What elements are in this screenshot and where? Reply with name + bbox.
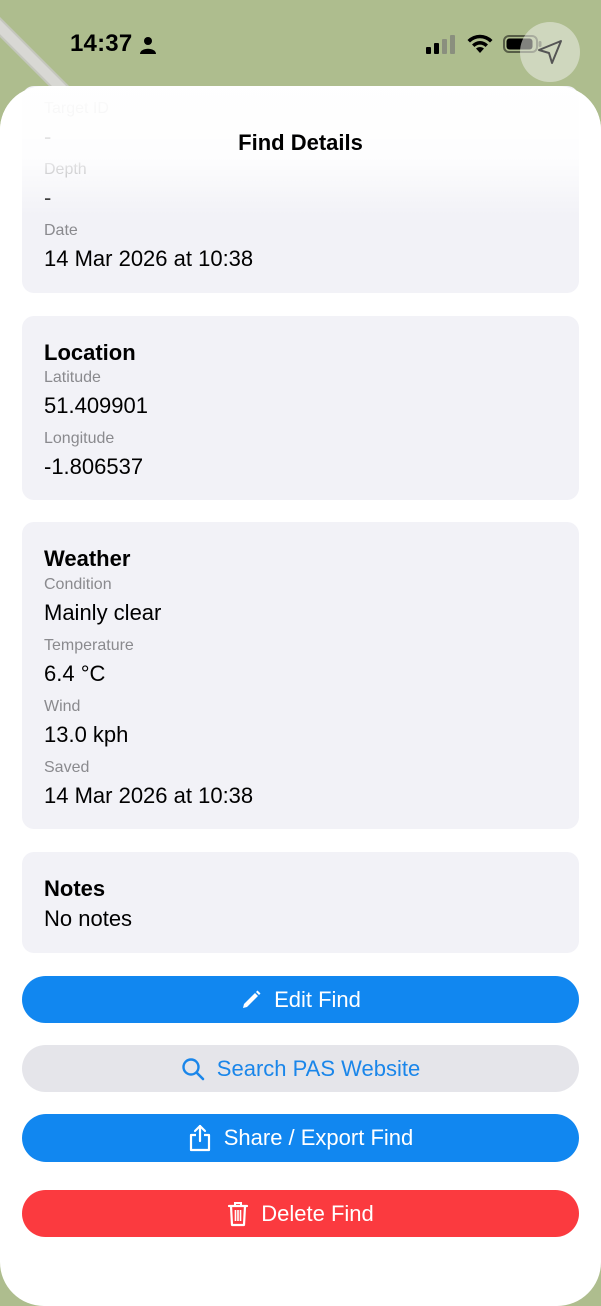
notes-title: Notes xyxy=(44,876,106,901)
weather-title: Weather xyxy=(44,546,131,571)
page-title: Find Details xyxy=(238,130,363,155)
wind-value: 13.0 kph xyxy=(44,722,129,747)
delete-find-label: Delete Find xyxy=(261,1200,374,1226)
location-title: Location xyxy=(44,340,136,365)
date-label: Date xyxy=(44,222,78,239)
temperature-label: Temperature xyxy=(44,637,134,654)
search-pas-label: Search PAS Website xyxy=(216,1055,421,1081)
date-value: 14 Mar 2026 at 10:38 xyxy=(44,246,254,271)
location-arrow-icon xyxy=(538,40,562,64)
temperature-value: 6.4 °C xyxy=(44,661,106,686)
delete-find-button[interactable]: Delete Find xyxy=(22,1190,579,1237)
edit-find-label: Edit Find xyxy=(274,986,361,1012)
cellular-signal-icon xyxy=(426,35,455,54)
weather-card: Weather Condition Mainly clear Temperatu… xyxy=(22,522,579,829)
location-button[interactable] xyxy=(520,22,580,82)
depth-value: - xyxy=(44,185,52,210)
longitude-label: Longitude xyxy=(44,430,115,447)
latitude-value: 51.409901 xyxy=(44,393,148,418)
saved-value: 14 Mar 2026 at 10:38 xyxy=(44,783,254,808)
share-export-label: Share / Export Find xyxy=(223,1125,414,1150)
details-card: Target ID - Depth - Date 14 Mar 2026 at … xyxy=(22,86,579,293)
notes-card: Notes No notes xyxy=(22,852,579,953)
latitude-label: Latitude xyxy=(44,369,101,386)
share-icon xyxy=(189,1124,210,1152)
wifi-icon xyxy=(467,34,493,53)
status-time: 14:37 xyxy=(70,30,133,57)
pencil-icon xyxy=(243,990,261,1008)
edit-find-button[interactable]: Edit Find xyxy=(22,976,579,1023)
share-export-button[interactable]: Share / Export Find xyxy=(22,1114,579,1162)
notes-value: No notes xyxy=(44,906,133,931)
location-card: Location Latitude 51.409901 Longitude -1… xyxy=(22,316,579,500)
person-icon xyxy=(140,37,156,54)
search-pas-button[interactable]: Search PAS Website xyxy=(22,1045,579,1092)
condition-value: Mainly clear xyxy=(44,600,162,625)
wind-label: Wind xyxy=(44,698,81,715)
trash-icon xyxy=(228,1201,249,1226)
target-id-label: Target ID xyxy=(44,100,109,117)
depth-label: Depth xyxy=(44,161,87,178)
status-bar: 14:37 xyxy=(0,0,601,88)
longitude-value: -1.806537 xyxy=(44,454,144,479)
saved-label: Saved xyxy=(44,759,90,776)
condition-label: Condition xyxy=(44,576,112,593)
search-icon xyxy=(182,1057,205,1080)
